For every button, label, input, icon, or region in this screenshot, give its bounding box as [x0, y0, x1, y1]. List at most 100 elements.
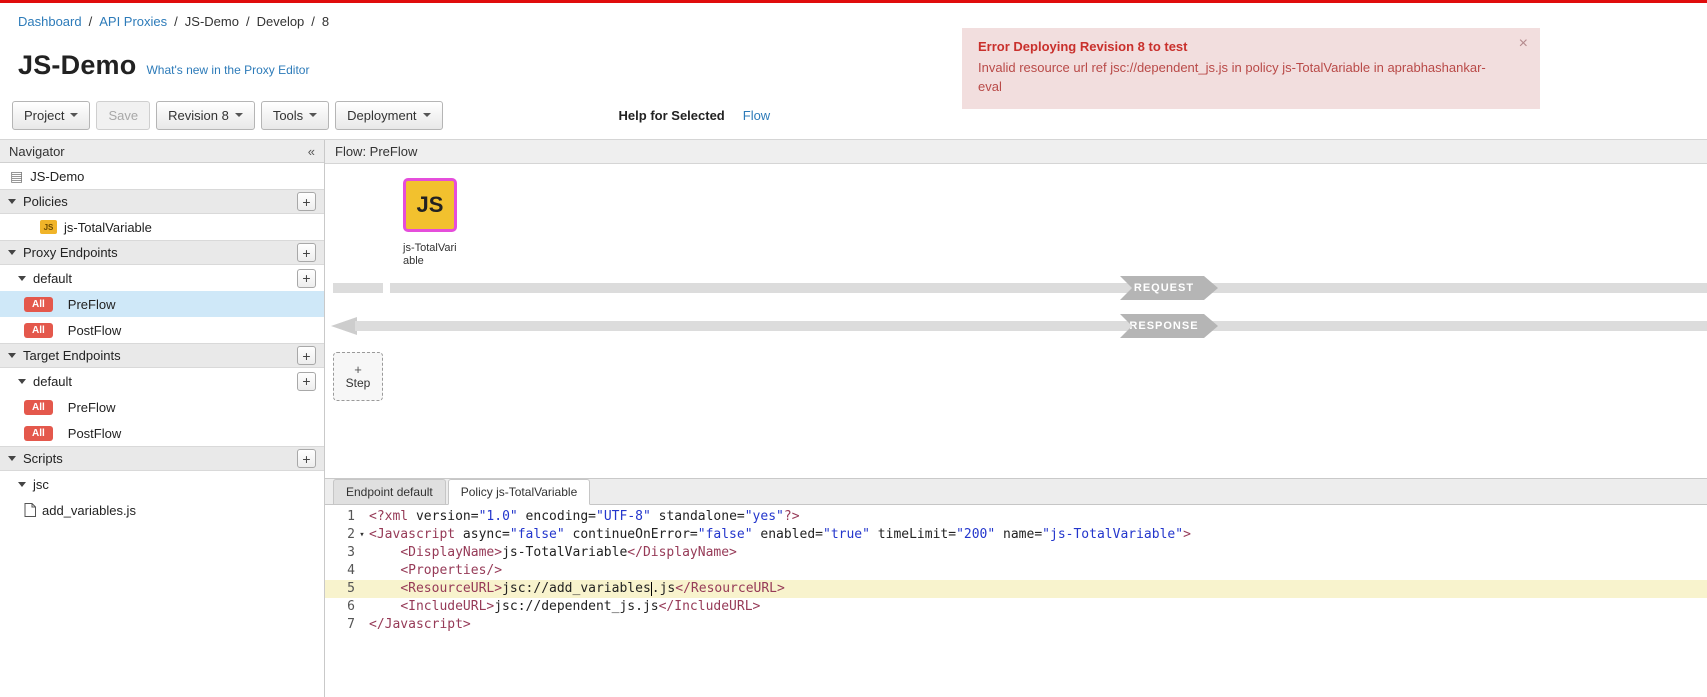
section-scripts[interactable]: Scripts + [0, 446, 324, 471]
breadcrumb-proxy-name: JS-Demo [185, 14, 239, 29]
js-policy-node-icon: JS [417, 192, 444, 218]
add-policy-button[interactable]: + [297, 192, 316, 211]
flow-canvas[interactable]: JS js-TotalVariable REQUEST RESPONSE + S… [325, 164, 1707, 479]
code-text: <Javascript async="false" continueOnErro… [369, 526, 1707, 544]
target-preflow-item[interactable]: All PreFlow [0, 394, 324, 420]
line-number: 5 [325, 580, 355, 598]
close-icon[interactable]: × [1519, 36, 1528, 52]
response-arrow-label: RESPONSE [1120, 314, 1218, 338]
main-panel: Flow: PreFlow JS js-TotalVariable REQUES… [325, 140, 1707, 697]
policy-item-label: js-TotalVariable [64, 220, 152, 235]
add-flow-button[interactable]: + [297, 372, 316, 391]
target-preflow-label: PreFlow [68, 400, 116, 415]
request-arrow-label: REQUEST [1120, 276, 1218, 300]
scripts-folder-jsc[interactable]: jsc [0, 471, 324, 497]
policy-item-js-totalvariable[interactable]: JS js-TotalVariable [0, 214, 324, 240]
navigator-title: Navigator [9, 144, 65, 159]
proxy-preflow-item[interactable]: All PreFlow [0, 291, 324, 317]
flow-header-label: Flow: PreFlow [335, 144, 417, 159]
proxy-postflow-item[interactable]: All PostFlow [0, 317, 324, 343]
proxy-preflow-label: PreFlow [68, 297, 116, 312]
chevron-expanded-icon [18, 482, 26, 487]
deployment-dropdown[interactable]: Deployment [335, 101, 442, 130]
chevron-expanded-icon [8, 456, 16, 461]
code-line[interactable]: 6 <IncludeURL>jsc://dependent_js.js</Inc… [325, 598, 1707, 616]
proxy-endpoint-default[interactable]: default + [0, 265, 324, 291]
script-file-add-variables[interactable]: add_variables.js [0, 497, 324, 523]
save-button-label: Save [108, 108, 138, 123]
help-for-selected-label: Help for Selected [619, 108, 725, 123]
save-button[interactable]: Save [96, 101, 150, 130]
policy-node-js-totalvariable[interactable]: JS [403, 178, 457, 232]
page-title: JS-Demo [18, 50, 136, 81]
tab-policy-js-totalvariable[interactable]: Policy js-TotalVariable [448, 479, 591, 505]
chevron-down-icon [235, 113, 243, 117]
target-postflow-item[interactable]: All PostFlow [0, 420, 324, 446]
code-line[interactable]: 1<?xml version="1.0" encoding="UTF-8" st… [325, 508, 1707, 526]
tab-endpoint-default[interactable]: Endpoint default [333, 479, 446, 505]
revision-dropdown-label: Revision 8 [168, 108, 229, 123]
deployment-dropdown-label: Deployment [347, 108, 416, 123]
code-line[interactable]: 7</Javascript> [325, 616, 1707, 634]
code-line[interactable]: 5 <ResourceURL>jsc://add_variables.js</R… [325, 580, 1707, 598]
text-cursor [651, 582, 652, 596]
all-conditions-badge: All [24, 400, 53, 415]
add-step-label: Step [346, 376, 371, 390]
add-target-endpoint-button[interactable]: + [297, 346, 316, 365]
code-line[interactable]: 2▾<Javascript async="false" continueOnEr… [325, 526, 1707, 544]
error-banner-title: Error Deploying Revision 8 to test [978, 38, 1506, 57]
chevron-expanded-icon [18, 379, 26, 384]
flow-header: Flow: PreFlow [325, 140, 1707, 164]
section-proxy-endpoints[interactable]: Proxy Endpoints + [0, 240, 324, 265]
flow-help-link[interactable]: Flow [743, 108, 770, 123]
section-proxy-endpoints-label: Proxy Endpoints [23, 245, 297, 260]
all-conditions-badge: All [24, 297, 53, 312]
section-target-endpoints[interactable]: Target Endpoints + [0, 343, 324, 368]
navigator-root-label: JS-Demo [30, 169, 84, 184]
code-lines[interactable]: 1<?xml version="1.0" encoding="UTF-8" st… [325, 505, 1707, 697]
request-flow-line [333, 283, 383, 293]
collapse-sidebar-button[interactable]: « [308, 144, 315, 159]
add-step-button[interactable]: + Step [333, 352, 383, 401]
fold-gutter [355, 544, 369, 562]
project-dropdown[interactable]: Project [12, 101, 90, 130]
fold-gutter [355, 598, 369, 616]
breadcrumb-api-proxies[interactable]: API Proxies [99, 14, 167, 29]
chevron-down-icon [309, 113, 317, 117]
add-flow-button[interactable]: + [297, 269, 316, 288]
fold-gutter [355, 562, 369, 580]
section-policies[interactable]: Policies + [0, 189, 324, 214]
whats-new-link[interactable]: What's new in the Proxy Editor [146, 63, 309, 77]
navigator-root-item[interactable]: ▤ JS-Demo [0, 163, 324, 189]
tools-dropdown[interactable]: Tools [261, 101, 329, 130]
breadcrumb-separator: / [311, 14, 315, 29]
code-text: <?xml version="1.0" encoding="UTF-8" sta… [369, 508, 1707, 526]
line-number: 2 [325, 526, 355, 544]
add-proxy-endpoint-button[interactable]: + [297, 243, 316, 262]
breadcrumb-separator: / [89, 14, 93, 29]
project-dropdown-label: Project [24, 108, 64, 123]
all-conditions-badge: All [24, 426, 53, 441]
line-number: 4 [325, 562, 355, 580]
fold-marker-icon[interactable]: ▾ [355, 526, 369, 544]
breadcrumb-develop: Develop [257, 14, 305, 29]
target-endpoint-default[interactable]: default + [0, 368, 324, 394]
revision-dropdown[interactable]: Revision 8 [156, 101, 255, 130]
code-line[interactable]: 3 <DisplayName>js-TotalVariable</Display… [325, 544, 1707, 562]
target-endpoint-default-label: default [33, 374, 297, 389]
fold-gutter [355, 580, 369, 598]
error-banner: Error Deploying Revision 8 to test Inval… [962, 28, 1540, 109]
proxy-postflow-label: PostFlow [68, 323, 121, 338]
navigator-header: Navigator « [0, 140, 324, 163]
breadcrumb-separator: / [174, 14, 178, 29]
response-flow-line [355, 321, 1707, 331]
code-text: <ResourceURL>jsc://add_variables.js</Res… [369, 580, 1707, 598]
line-number: 6 [325, 598, 355, 616]
scripts-folder-label: jsc [33, 477, 49, 492]
breadcrumb-dashboard[interactable]: Dashboard [18, 14, 82, 29]
chevron-expanded-icon [8, 353, 16, 358]
add-script-button[interactable]: + [297, 449, 316, 468]
code-line[interactable]: 4 <Properties/> [325, 562, 1707, 580]
plus-icon: + [354, 363, 362, 376]
proxy-icon: ▤ [10, 168, 23, 185]
